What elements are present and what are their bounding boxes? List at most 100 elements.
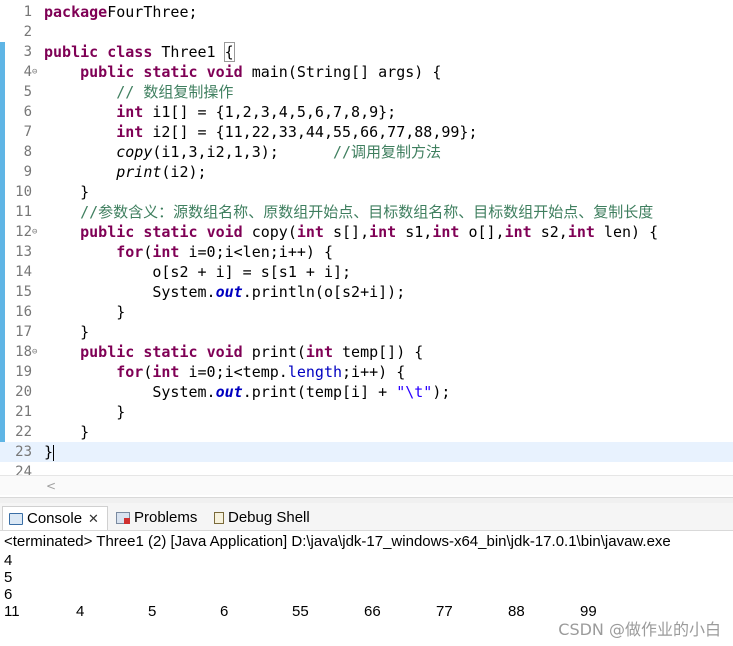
line-number: 21 bbox=[15, 404, 32, 420]
collapse-fold-icon[interactable]: ⊖ bbox=[32, 342, 42, 362]
code-token: FourThree; bbox=[107, 3, 198, 21]
code-token: copy( bbox=[242, 223, 297, 241]
code-line[interactable]: 20 System.out.print(temp[i] + "\t"); bbox=[0, 382, 733, 402]
code-line[interactable]: 18 ⊖ public static void print(int temp[])… bbox=[0, 342, 733, 362]
console-output-line: 4 bbox=[4, 552, 13, 569]
console-output[interactable]: 4 5 6 11 4 5 6 55 66 77 88 99 bbox=[4, 552, 733, 620]
code-line[interactable]: 8 copy(i1,3,i2,1,3); //调用复制方法 bbox=[0, 142, 733, 162]
code-token: } bbox=[44, 443, 54, 461]
code-line[interactable]: 13 for(int i=0;i<len;i++) { bbox=[0, 242, 733, 262]
comment-token: //调用复制方法 bbox=[333, 143, 442, 161]
code-line[interactable]: 17 } bbox=[0, 322, 733, 342]
code-token: .print(temp[i] + bbox=[242, 383, 397, 401]
comment-token: //参数含义：源数组名称、原数组开始点、目标数组名称、目标数组开始点、复制长度 bbox=[80, 203, 654, 221]
output-value: 4 bbox=[76, 603, 85, 620]
keyword-token: int bbox=[116, 103, 144, 121]
keyword-token: public bbox=[80, 63, 135, 81]
keyword-token: void bbox=[206, 343, 243, 361]
code-text: } bbox=[44, 422, 89, 442]
code-line[interactable]: 12 ⊖ public static void copy(int s[],int … bbox=[0, 222, 733, 242]
console-status-line: <terminated> Three1 (2) [Java Applicatio… bbox=[4, 533, 671, 550]
tab-console[interactable]: Console ✕ bbox=[2, 506, 108, 530]
console-icon bbox=[9, 513, 23, 526]
code-line[interactable]: 9 print(i2); bbox=[0, 162, 733, 182]
keyword-token: int bbox=[432, 223, 460, 241]
code-line[interactable]: 2 bbox=[0, 22, 733, 42]
horizontal-scrollbar[interactable]: < bbox=[0, 475, 733, 495]
code-editor[interactable]: 1 packageFourThree; 2 3 public class Three1 … bbox=[0, 0, 733, 497]
code-text: System.out.println(o[s2+i]); bbox=[44, 282, 405, 302]
code-token: } bbox=[44, 403, 126, 421]
output-value: 55 bbox=[292, 603, 309, 620]
keyword-token: int bbox=[152, 243, 180, 261]
code-line[interactable]: 1 packageFourThree; bbox=[0, 2, 733, 22]
code-text: public static void copy(int s[],int s1,i… bbox=[44, 222, 658, 242]
code-text: } bbox=[44, 402, 125, 422]
code-token: } bbox=[44, 323, 90, 341]
tab-console-label: Console bbox=[27, 510, 83, 527]
code-line[interactable]: 15 System.out.println(o[s2+i]); bbox=[0, 282, 733, 302]
line-number: 15 bbox=[15, 284, 32, 300]
collapse-fold-icon[interactable]: ⊖ bbox=[32, 222, 42, 242]
code-line[interactable]: 5 // 数组复制操作 bbox=[0, 82, 733, 102]
code-line[interactable]: 3 public class Three1 { bbox=[0, 42, 733, 62]
code-token: o[s2 + i] = s[s1 + i]; bbox=[44, 263, 352, 281]
code-text: for(int i=0;i<temp.length;i++) { bbox=[44, 362, 405, 382]
keyword-token: static bbox=[143, 343, 198, 361]
code-line[interactable]: 16 } bbox=[0, 302, 733, 322]
code-token: (i2); bbox=[161, 163, 207, 181]
tab-debug-shell[interactable]: Debug Shell bbox=[208, 506, 310, 530]
keyword-token: void bbox=[206, 223, 243, 241]
line-number: 2 bbox=[23, 24, 32, 40]
code-line[interactable]: 19 for(int i=0;i<temp.length;i++) { bbox=[0, 362, 733, 382]
tab-problems[interactable]: Problems bbox=[110, 506, 197, 530]
keyword-token: public bbox=[44, 43, 99, 61]
code-line[interactable]: 21 } bbox=[0, 402, 733, 422]
text-caret bbox=[53, 444, 55, 461]
line-number: 6 bbox=[23, 104, 32, 120]
string-token: "\t" bbox=[396, 383, 433, 401]
close-icon[interactable]: ✕ bbox=[88, 507, 99, 531]
code-text: int i1[] = {1,2,3,4,5,6,7,8,9}; bbox=[44, 102, 396, 122]
code-token: ); bbox=[432, 383, 451, 401]
line-number: 4 bbox=[23, 64, 32, 80]
line-number: 18 bbox=[15, 344, 32, 360]
code-line[interactable]: 4 ⊖ public static void main(String[] args… bbox=[0, 62, 733, 82]
keyword-token: void bbox=[206, 63, 243, 81]
code-text: } bbox=[44, 442, 55, 462]
code-token: ;i++) { bbox=[342, 363, 406, 381]
code-token: } bbox=[44, 423, 90, 441]
output-value: 77 bbox=[436, 603, 453, 620]
code-line[interactable]: 14 o[s2 + i] = s[s1 + i]; bbox=[0, 262, 733, 282]
code-line[interactable]: 7 int i2[] = {11,22,33,44,55,66,77,88,99… bbox=[0, 122, 733, 142]
code-line[interactable]: 10 } bbox=[0, 182, 733, 202]
code-line[interactable]: 6 int i1[] = {1,2,3,4,5,6,7,8,9}; bbox=[0, 102, 733, 122]
code-line[interactable]: 11 //参数含义：源数组名称、原数组开始点、目标数组名称、目标数组开始点、复制… bbox=[0, 202, 733, 222]
tab-problems-label: Problems bbox=[134, 509, 198, 526]
output-value: 66 bbox=[364, 603, 381, 620]
code-line[interactable]: 23} bbox=[0, 442, 733, 462]
code-token: System. bbox=[44, 283, 216, 301]
code-token: } bbox=[44, 183, 90, 201]
code-text: packageFourThree; bbox=[44, 2, 198, 22]
code-token: i=0;i<len;i++) { bbox=[179, 243, 333, 261]
collapse-fold-icon[interactable]: ⊖ bbox=[32, 62, 42, 82]
code-lines[interactable]: 1 packageFourThree; 2 3 public class Three1 … bbox=[0, 2, 733, 482]
scroll-left-arrow-icon[interactable]: < bbox=[46, 476, 56, 496]
code-token: length bbox=[287, 363, 343, 381]
keyword-token: class bbox=[107, 43, 153, 61]
code-token: s[], bbox=[323, 223, 370, 241]
code-line[interactable]: 22 } bbox=[0, 422, 733, 442]
